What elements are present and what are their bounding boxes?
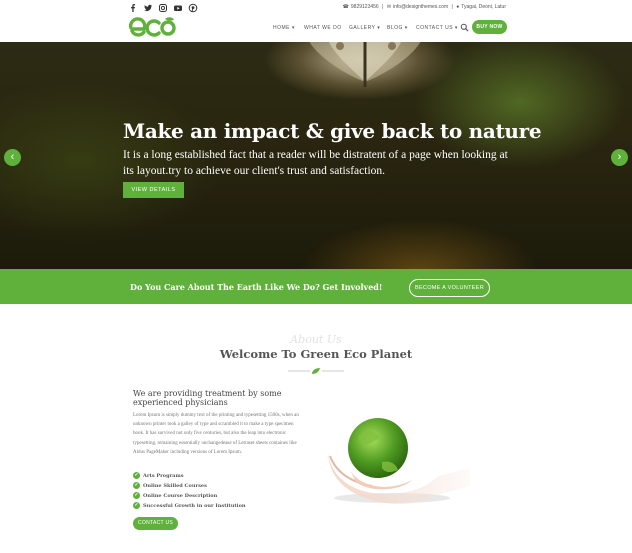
nav-contact-us[interactable]: CONTACT US ▾	[416, 25, 458, 31]
butterfly-wing-image	[309, 42, 421, 87]
body-text: Lorem Ipsum is simply dummy text of the …	[133, 413, 299, 455]
hero-subtitle: It is a long established fact that a rea…	[123, 149, 508, 177]
hero-slider: Make an impact & give back to nature It …	[0, 42, 632, 269]
welcome-title: Welcome To Green Eco Planet	[219, 347, 413, 361]
contact-info: ☎ 9829123456 | ✉ info@designthemes.com | ●…	[342, 4, 506, 10]
chevron-left-icon: ‹	[10, 151, 15, 163]
eco-logo[interactable]	[128, 16, 176, 38]
email-address[interactable]: info@designthemes.com	[393, 4, 448, 10]
nav-home[interactable]: HOME ▾	[273, 25, 295, 31]
feature-item: ✓ Arts Programs	[133, 472, 184, 479]
nav-blog[interactable]: BLOG ▾	[387, 25, 408, 31]
globe-in-hands-image	[328, 418, 470, 504]
hero-title: Make an impact & give back to nature	[123, 119, 542, 143]
nav-gallery[interactable]: GALLERY ▾	[349, 25, 380, 31]
view-details-button[interactable]: VIEW DETAILS	[123, 182, 184, 198]
youtube-icon[interactable]	[173, 3, 183, 13]
phone-icon: ☎	[342, 4, 349, 10]
about-us-script: About Us	[290, 333, 342, 346]
section-heading: We are providing treatment by some exper…	[133, 389, 282, 407]
location-pin-icon: ●	[456, 4, 460, 10]
feature-item: ✓ Online Skilled Courses	[133, 482, 207, 489]
chevron-right-icon: ›	[617, 151, 622, 163]
check-icon: ✓	[133, 482, 140, 489]
phone-number: 9829123456	[350, 4, 379, 10]
slider-prev-button[interactable]: ‹	[4, 149, 21, 166]
buy-now-button[interactable]: BUY NOW	[472, 20, 507, 34]
search-icon[interactable]	[460, 23, 469, 32]
site-header: HOME ▾ WHAT WE DO GALLERY ▾ BLOG ▾ CONTA…	[0, 15, 632, 42]
location-text: Tyagai, Deoni, Latur	[461, 4, 506, 10]
facebook-icon[interactable]	[128, 3, 138, 13]
instagram-icon[interactable]	[158, 3, 168, 13]
check-icon: ✓	[133, 492, 140, 499]
become-volunteer-button[interactable]: BECOME A VOLUNTEER	[409, 279, 490, 297]
twitter-icon[interactable]	[143, 3, 153, 13]
check-icon: ✓	[133, 502, 140, 509]
leaf-icon	[312, 368, 320, 374]
feature-item: ✓ Online Course Description	[133, 492, 218, 499]
top-bar: ☎ 9829123456 | ✉ info@designthemes.com | ●…	[0, 0, 632, 15]
mail-icon: ✉	[386, 4, 392, 10]
check-icon: ✓	[133, 472, 140, 479]
contact-us-button[interactable]: CONTACT US	[133, 517, 178, 530]
nav-what-we-do[interactable]: WHAT WE DO	[304, 25, 342, 31]
volunteer-banner: Do You Care About The Earth Like We Do? …	[0, 269, 632, 304]
banner-text: Do You Care About The Earth Like We Do? …	[130, 282, 383, 292]
slider-next-button[interactable]: ›	[611, 149, 628, 166]
feature-item: ✓ Successful Growth in our Institution	[133, 502, 246, 509]
pinterest-icon[interactable]	[188, 3, 198, 13]
leaf-divider	[288, 368, 344, 374]
